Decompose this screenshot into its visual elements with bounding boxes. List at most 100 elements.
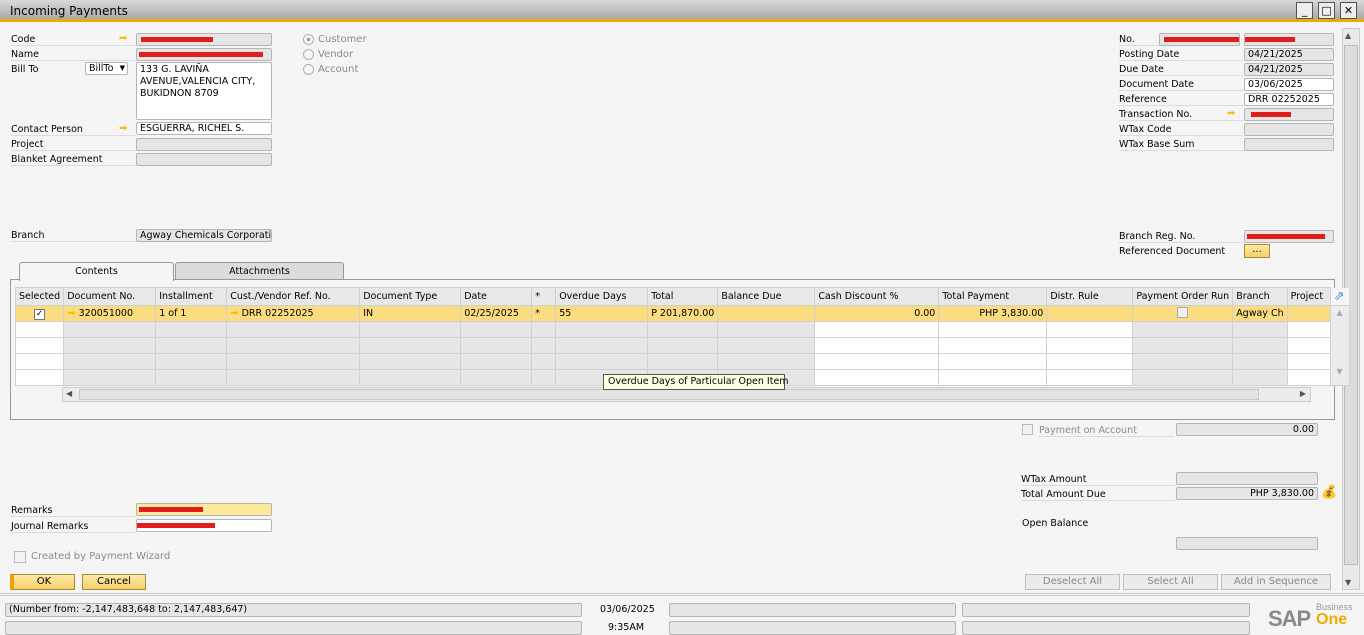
radio-customer[interactable]: Customer [303,34,367,45]
col-header[interactable]: Balance Due [717,287,816,306]
table-row[interactable] [14,321,1350,338]
ref-no: DRR 02252025 [241,308,314,319]
link-arrow-icon[interactable]: ➡ [1227,108,1235,119]
status-bar: (Number from: -2,147,483,648 to: 2,147,4… [0,593,1364,635]
wtax-code-field[interactable] [1244,123,1334,136]
reference-label: Reference [1119,93,1243,106]
code-field[interactable] [136,33,272,46]
number-field[interactable] [1244,33,1334,46]
col-header[interactable]: Installment [155,287,228,306]
remarks-field[interactable] [136,503,272,516]
bill-to-select[interactable]: BillTo ▼ [85,62,128,75]
posting-date-label: Posting Date [1119,48,1243,61]
add-in-sequence-button[interactable]: Add in Sequence [1221,574,1331,590]
link-arrow-icon[interactable]: ➡ [67,308,75,319]
no-label: No. [1119,33,1159,46]
table-row[interactable] [14,353,1350,370]
total-cell: P 201,870.00 [647,305,719,322]
cancel-button[interactable]: Cancel [82,574,146,590]
select-all-button[interactable]: Select All [1123,574,1218,590]
payment-order-run-cell[interactable] [1132,305,1234,322]
col-header[interactable]: Total [647,287,719,306]
referenced-document-button[interactable]: ... [1244,244,1270,258]
scroll-down-icon[interactable]: ▼ [1345,578,1351,587]
scroll-right-icon[interactable]: ▶ [1300,389,1306,398]
document-no-cell[interactable]: ➡ 320051000 [63,305,157,322]
radio-label: Customer [318,34,367,45]
radio-icon [303,64,314,75]
payment-on-account-checkbox[interactable] [1022,424,1033,435]
open-balance-field[interactable] [1176,537,1318,550]
total-payment-cell[interactable]: PHP 3,830.00 [938,305,1048,322]
col-header[interactable]: Cust./Vendor Ref. No. [226,287,361,306]
link-arrow-icon[interactable]: ➡ [119,123,127,134]
sap-business-one-logo: SAP Business One [1268,602,1353,632]
deselect-all-button[interactable]: Deselect All [1025,574,1120,590]
col-header[interactable]: Selected [14,287,65,306]
payment-wizard-checkbox[interactable] [14,551,26,563]
link-arrow-icon[interactable]: ➡ [230,308,238,319]
dropdown-arrow-icon: ▼ [119,64,125,72]
table-row[interactable]: ✓ ➡ 320051000 1 of 1 ➡ DRR 02252025 IN 0… [14,305,1350,386]
ok-button[interactable]: OK [10,574,75,590]
col-header[interactable]: * [531,287,557,306]
branch-reg-no-field[interactable] [1244,230,1334,243]
branch-field[interactable]: Agway Chemicals Corporation [136,229,272,242]
posting-date-field[interactable]: 04/21/2025 [1244,48,1334,61]
col-header[interactable]: Document No. [63,287,157,306]
blanket-agreement-field[interactable] [136,153,272,166]
payment-means-icon[interactable]: 💰 [1321,485,1337,500]
col-header[interactable]: Distr. Rule [1046,287,1134,306]
distr-rule-cell[interactable] [1046,305,1134,322]
scrollbar-thumb[interactable] [79,389,1259,400]
selected-checkbox[interactable]: ✓ [14,305,65,322]
document-date-field[interactable]: 03/06/2025 [1244,78,1334,91]
col-header[interactable]: Cash Discount % [814,287,940,306]
radio-account[interactable]: Account [303,64,358,75]
col-header[interactable]: Payment Order Run [1132,287,1234,306]
table-row[interactable] [14,337,1350,354]
col-header[interactable]: Date [460,287,533,306]
transaction-no-label: Transaction No. [1119,108,1243,121]
payment-on-account-field[interactable]: 0.00 [1176,423,1318,436]
remarks-label: Remarks [11,504,135,517]
logo-sap: SAP [1268,606,1311,631]
title-bar: Incoming Payments _ □ ✕ [0,0,1364,22]
scroll-up-icon[interactable]: ▲ [1345,31,1351,40]
project-field[interactable] [136,138,272,151]
col-header[interactable]: Document Type [359,287,462,306]
link-arrow-icon[interactable]: ➡ [119,33,127,44]
grid-vertical-scrollbar[interactable]: ▲ ▼ [1329,305,1350,386]
bill-to-address[interactable]: 133 G. LAVIÑA AVENUE,VALENCIA CITY, BUKI… [136,62,272,120]
radio-vendor[interactable]: Vendor [303,49,353,60]
close-button[interactable]: ✕ [1340,2,1357,19]
ref-no-cell[interactable]: ➡ DRR 02252025 [226,305,361,322]
total-amount-due-field[interactable]: PHP 3,830.00 [1176,487,1318,500]
radio-selected-icon [303,34,314,45]
tab-contents[interactable]: Contents [19,262,174,281]
status-field [5,621,582,635]
scroll-left-icon[interactable]: ◀ [66,389,72,398]
minimize-button[interactable]: _ [1296,2,1313,19]
maximize-button[interactable]: □ [1318,2,1335,19]
col-header[interactable]: Project [1286,287,1331,306]
reference-field[interactable]: DRR 02252025 [1244,93,1334,106]
col-header[interactable]: Overdue Days [555,287,649,306]
expand-icon[interactable]: ⇗ [1330,287,1350,306]
col-header[interactable]: Branch [1232,287,1288,306]
status-field [669,621,956,635]
due-date-field[interactable]: 04/21/2025 [1244,63,1334,76]
journal-remarks-field[interactable] [136,519,272,532]
transaction-no-field[interactable] [1244,108,1334,121]
wtax-amount-field[interactable] [1176,472,1318,485]
tab-attachments[interactable]: Attachments [175,262,344,280]
series-field[interactable] [1159,33,1240,46]
contact-person-field[interactable]: ESGUERRA, RICHEL S. [136,122,272,135]
address-line: 133 G. LAVIÑA [140,64,209,75]
name-field[interactable] [136,48,272,61]
wtax-base-sum-field[interactable] [1244,138,1334,151]
project-cell[interactable] [1286,305,1331,322]
cash-discount-cell[interactable]: 0.00 [814,305,940,322]
branch-cell: Agway Ch [1232,305,1288,322]
col-header[interactable]: Total Payment [938,287,1048,306]
